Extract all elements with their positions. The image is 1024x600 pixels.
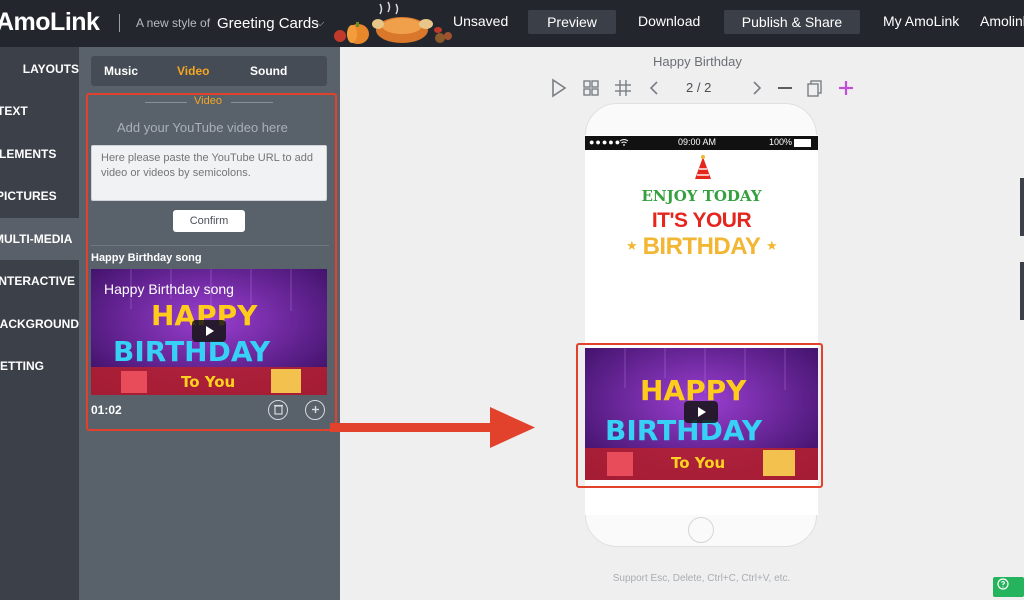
chevron-left-glyph [649,81,658,95]
left-nav: LAYOUTS TEXT ELEMENTS PICTURES MULTI-MED… [0,47,79,600]
grid-view-icon[interactable] [581,78,601,98]
video-title: Happy Birthday song [91,252,202,264]
copy-glyph [807,80,822,97]
video-thumbnail[interactable]: HAPPY BIRTHDAY To You Happy Birthday son… [91,269,327,395]
nav-label: TEXT [0,104,28,118]
brand-divider [119,14,120,32]
nav-text[interactable]: TEXT [0,90,79,132]
video-highlight [576,343,823,488]
play-icon[interactable] [192,320,226,342]
preview-button[interactable]: Preview [528,10,616,34]
wifi-icon [619,137,629,149]
section-rule-right [231,102,273,103]
nav-background[interactable]: BACKGROUND [0,303,79,345]
trash-icon[interactable] [268,400,288,420]
card-line-enjoy[interactable]: ENJOY TODAY [585,187,818,205]
tab-video[interactable]: Video [177,64,209,78]
tab-music[interactable]: Music [104,64,138,78]
nav-label: SETTING [0,359,45,373]
arrow-icon [330,407,535,448]
party-hat-icon [695,155,711,179]
add-page-icon[interactable] [836,78,856,98]
plus-glyph [839,81,853,95]
prev-page-icon[interactable] [644,78,664,98]
category-selector[interactable]: Greeting Cards [217,15,319,32]
nav-label: BACKGROUND [0,317,79,331]
add-icon[interactable] [305,400,325,420]
plus-glyph [311,406,319,413]
page-title: Happy Birthday [653,54,742,69]
download-button[interactable]: Download [638,13,700,29]
tab-sound[interactable]: Sound [250,64,287,78]
nav-label: ELEMENTS [0,147,57,161]
brand-logo[interactable]: AmoLink [0,8,100,37]
right-panel-tab[interactable] [1020,262,1024,320]
nav-elements[interactable]: ELEMENTS [0,133,79,175]
unsaved-status: Unsaved [453,13,509,29]
right-panel-tab[interactable] [1020,178,1024,236]
confirm-button[interactable]: Confirm [173,210,245,232]
section-title: Video [194,95,222,107]
top-bar: AmoLink A new style of Greeting Cards ⌵ … [0,0,1024,47]
play-glyph [206,326,214,336]
page-separator: / [696,80,705,95]
my-amolink-link[interactable]: My AmoLink [883,13,959,29]
remove-page-icon[interactable] [775,78,795,98]
question-glyph [997,578,1009,590]
youtube-url-input[interactable] [91,145,327,201]
duplicate-page-icon[interactable] [805,78,825,98]
current-page: 2 [686,80,694,95]
battery-percent: 100% [769,137,793,147]
tagline: A new style of [136,16,211,30]
next-page-icon[interactable] [747,78,767,98]
video-caption: Happy Birthday song [104,281,234,297]
play-outline-glyph [552,78,567,98]
nav-pictures[interactable]: PICTURES [0,175,79,217]
media-tabs: Music Video Sound [91,56,327,86]
thanksgiving-decoration [334,1,452,44]
nav-label: LAYOUTS [22,62,79,76]
grid-glyph [583,80,599,96]
signal-icon: ●●●●● [589,137,622,147]
art-word-to-you: To You [181,373,235,391]
page-indicator: 2 / 2 [686,80,711,95]
phone-home-button [688,517,714,543]
nav-label: INTERACTIVE [0,274,76,288]
trash-glyph [273,404,283,415]
chevron-down-icon[interactable]: ⌵ [316,17,324,30]
wifi-glyph [619,139,629,146]
nav-interactive[interactable]: INTERACTIVE [0,260,79,302]
total-pages: 2 [704,80,712,95]
shortcut-hint: Support Esc, Delete, Ctrl+C, Ctrl+V, etc… [612,573,791,584]
nav-label: MULTI-MEDIA [0,232,73,246]
hash-glyph [615,80,631,96]
card-line-its-your[interactable]: IT'S YOUR [585,209,818,233]
minus-glyph [778,87,792,89]
star-icon: ★ [766,238,778,253]
phone-status-bar: ●●●●● 09:00 AM 100% [585,136,818,150]
add-video-label: Add your YouTube video here [117,120,288,135]
panel-divider [91,245,329,246]
nav-multi-media[interactable]: MULTI-MEDIA [0,218,79,260]
nav-label: PICTURES [0,189,57,203]
section-rule-left [145,102,187,103]
hash-grid-icon[interactable] [613,78,633,98]
chevron-right-glyph [753,81,762,95]
nav-layouts[interactable]: LAYOUTS [0,48,79,90]
battery-icon [794,139,811,147]
card-line-birthday[interactable]: BIRTHDAY [585,233,818,261]
play-preview-icon[interactable] [548,78,568,98]
help-icon[interactable] [993,577,1024,597]
nav-setting[interactable]: SETTING [0,345,79,387]
user-menu[interactable]: Amolink [980,13,1024,29]
video-duration: 01:02 [91,403,122,417]
publish-share-button[interactable]: Publish & Share [724,10,860,34]
star-icon: ★ [626,238,638,253]
status-time: 09:00 AM [678,137,717,147]
